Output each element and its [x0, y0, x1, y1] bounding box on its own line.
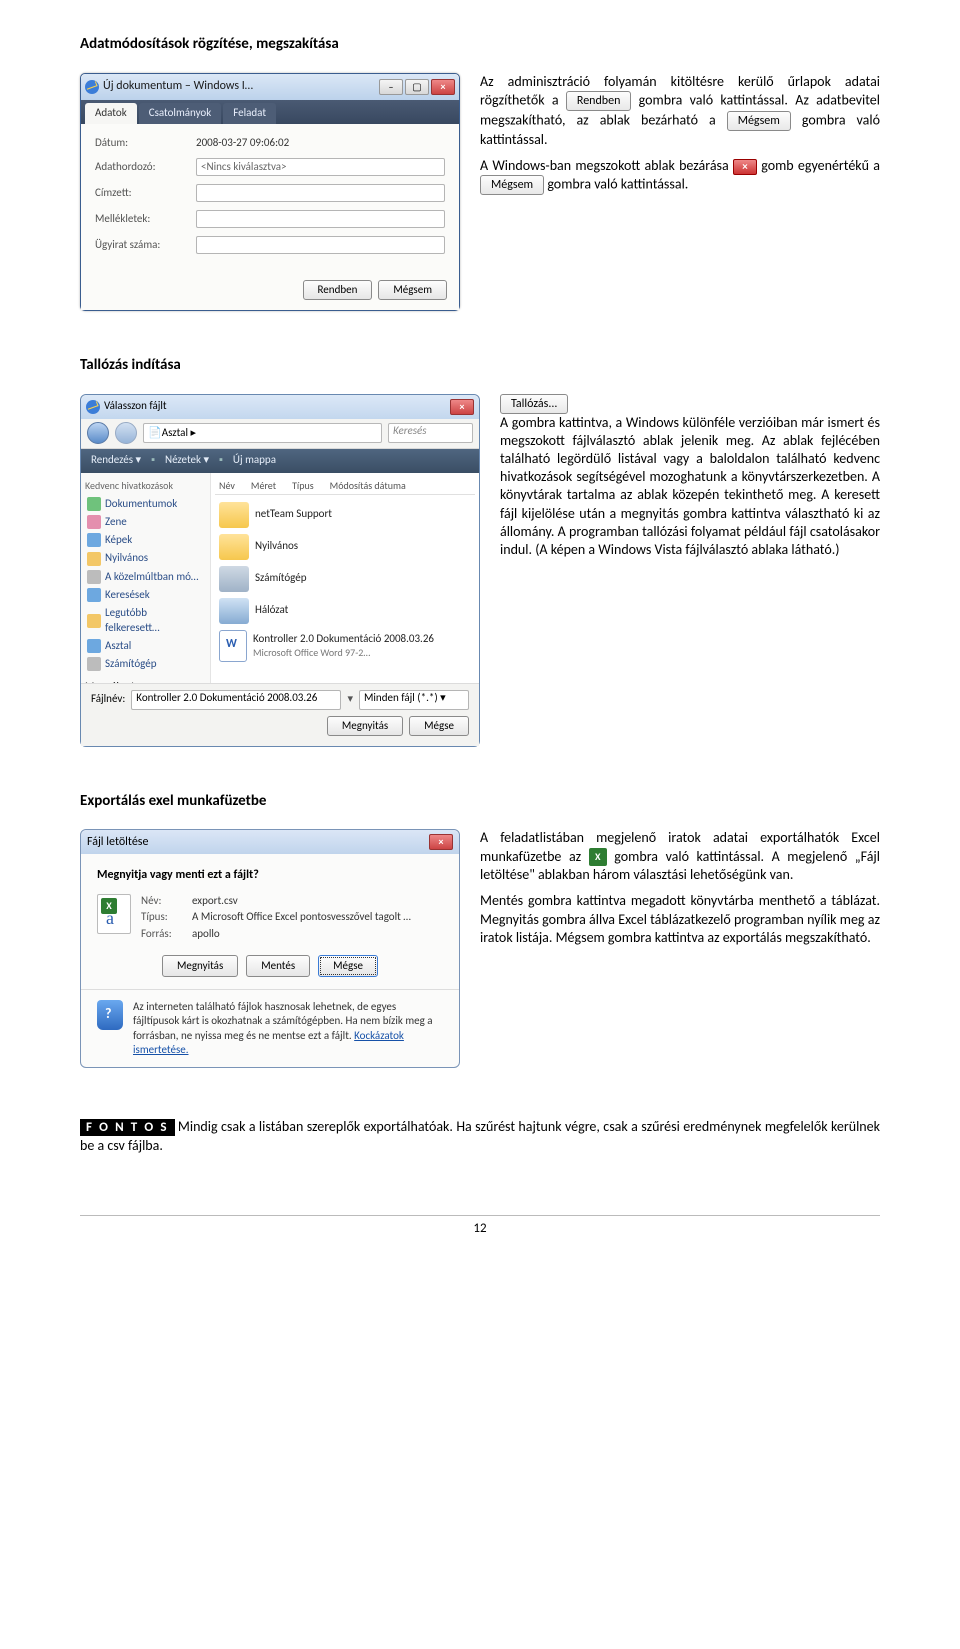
tab-feladat[interactable]: Feladat: [223, 103, 276, 123]
sidebar-item[interactable]: Nyilvános: [85, 549, 206, 567]
sidebar-mappak[interactable]: Mappák: [85, 680, 122, 683]
sidebar-item[interactable]: Asztal: [85, 637, 206, 655]
label-ugyirat: Ügyirat száma:: [95, 238, 190, 252]
label-adathordozo: Adathordozó:: [95, 160, 190, 174]
s3-paragraph1: A feladatlistában megjelenő iratok adata…: [480, 829, 880, 884]
close-button[interactable]: ×: [429, 834, 453, 850]
sidebar-header: Kedvenc hivatkozások: [85, 479, 206, 492]
col-nev[interactable]: Név: [219, 479, 235, 492]
toolbar-nezetek[interactable]: Nézetek ▾: [165, 453, 209, 467]
input-ugyirat[interactable]: [196, 236, 445, 254]
list-item[interactable]: Hálózat: [215, 595, 475, 627]
file-picker-window: Válasszon fájlt × 📄 Asztal ▸ Keresés Ren…: [80, 394, 480, 747]
nav-back-icon[interactable]: [87, 422, 109, 444]
button-mentes[interactable]: Mentés: [246, 955, 310, 977]
input-cimzett[interactable]: [196, 184, 445, 202]
list-item[interactable]: Nyilvános: [215, 531, 475, 563]
sidebar-item[interactable]: Zene: [85, 513, 206, 531]
file-list: Név Méret Típus Módosítás dátuma netTeam…: [211, 473, 479, 683]
sidebar-item[interactable]: A közelmúltban mó…: [85, 568, 206, 586]
ie-icon: [86, 400, 100, 414]
col-tipus[interactable]: Típus: [292, 479, 314, 492]
button-megsem[interactable]: Mégsem: [378, 280, 447, 300]
sidebar-item[interactable]: Dokumentumok: [85, 495, 206, 513]
s1-paragraph: Az adminisztráció folyamán kitöltésre ke…: [480, 73, 880, 149]
button-megnyitas[interactable]: Megnyitás: [327, 716, 403, 736]
select-adathordozo[interactable]: <Nincs kiválasztva>: [196, 158, 445, 176]
inline-megsem-button2: Mégsem: [480, 175, 544, 195]
tabstrip: Adatok Csatolmányok Feladat: [81, 100, 459, 124]
ie-icon: [85, 80, 99, 94]
label-fajlnev: Fájlnév:: [91, 692, 125, 706]
sidebar-item[interactable]: Legutóbb felkeresett…: [85, 604, 206, 637]
col-modositas[interactable]: Módosítás dátuma: [330, 479, 406, 492]
inline-close-icon: ×: [733, 159, 757, 175]
sidebar-item[interactable]: Számítógép: [85, 655, 206, 673]
s2-paragraph: Tallózás... A gombra kattintva, a Window…: [500, 394, 880, 560]
nav-forward-icon[interactable]: [115, 422, 137, 444]
toolbar-ujmappa[interactable]: Új mappa: [233, 453, 276, 467]
tab-adatok[interactable]: Adatok: [85, 103, 137, 123]
file-name: export.csv: [192, 894, 238, 908]
address-bar[interactable]: 📄 Asztal ▸: [143, 423, 382, 443]
close-button[interactable]: ×: [450, 399, 474, 415]
button-rendben[interactable]: Rendben: [303, 280, 373, 300]
chevron-up-icon[interactable]: ˄: [126, 680, 140, 683]
warning-text: Az interneten található fájlok hasznosak…: [97, 1000, 443, 1057]
sidebar-item[interactable]: Keresések: [85, 586, 206, 604]
input-fajlnev[interactable]: Kontroller 2.0 Dokumentáció 2008.03.26: [131, 690, 341, 710]
sidebar-item[interactable]: Képek: [85, 531, 206, 549]
section1-title: Adatmódosítások rögzítése, megszakítása: [80, 35, 880, 55]
inline-tallozas-button: Tallózás...: [500, 394, 568, 414]
minimize-button[interactable]: –: [379, 79, 403, 95]
page-number: 12: [80, 1215, 880, 1238]
new-document-window: Új dokumentum – Windows I… – ▢ × Adatok …: [80, 73, 460, 312]
window-title: Új dokumentum – Windows I…: [103, 79, 375, 95]
select-filetype[interactable]: Minden fájl (*.*) ▾: [359, 690, 469, 710]
tab-csatolmanyok[interactable]: Csatolmányok: [139, 103, 222, 123]
button-megse[interactable]: Mégse: [409, 716, 469, 736]
fontos-note: F O N T O S Mindig csak a listában szere…: [80, 1118, 880, 1155]
input-mellekletek[interactable]: [196, 210, 445, 228]
section2-title: Tallózás indítása: [80, 356, 880, 376]
window-titlebar: Új dokumentum – Windows I… – ▢ ×: [81, 74, 459, 100]
inline-megsem-button: Mégsem: [727, 111, 791, 131]
dialog-question: Megnyitja vagy menti ezt a fájlt?: [97, 868, 443, 884]
label-datum: Dátum:: [95, 136, 190, 150]
list-item[interactable]: netTeam Support: [215, 499, 475, 531]
file-source: apollo: [192, 927, 220, 941]
list-item[interactable]: Kontroller 2.0 Dokumentáció 2008.03.26Mi…: [215, 627, 475, 665]
file-icon: Xa: [97, 894, 131, 934]
value-datum: 2008-03-27 09:06:02: [196, 136, 445, 150]
dialog-title: Fájl letöltése: [87, 835, 424, 851]
label-cimzett: Címzett:: [95, 186, 190, 200]
file-type: A Microsoft Office Excel pontosvesszővel…: [192, 910, 411, 924]
maximize-button[interactable]: ▢: [405, 79, 429, 95]
label-mellekletek: Mellékletek:: [95, 212, 190, 226]
toolbar-rendezes[interactable]: Rendezés ▾: [91, 453, 141, 467]
button-megse[interactable]: Mégse: [318, 955, 378, 977]
inline-rendben-button: Rendben: [566, 91, 631, 111]
shield-icon: [97, 1000, 123, 1030]
search-input[interactable]: Keresés: [388, 423, 473, 443]
file-download-dialog: Fájl letöltése × Megnyitja vagy menti ez…: [80, 829, 460, 1068]
col-meret[interactable]: Méret: [251, 479, 276, 492]
s1-paragraph2: A Windows-ban megszokott ablak bezárása …: [480, 157, 880, 195]
close-button[interactable]: ×: [431, 79, 455, 95]
section3-title: Exportálás exel munkafüzetbe: [80, 792, 880, 812]
excel-icon: X: [589, 848, 607, 866]
fontos-badge: F O N T O S: [80, 1119, 175, 1136]
list-item[interactable]: Számítógép: [215, 563, 475, 595]
s3-paragraph2: Mentés gombra kattintva megadott könyvtá…: [480, 892, 880, 947]
filepicker-title: Válasszon fájlt: [104, 399, 446, 413]
sidebar: Kedvenc hivatkozások Dokumentumok Zene K…: [81, 473, 211, 683]
button-megnyitas[interactable]: Megnyitás: [162, 955, 238, 977]
